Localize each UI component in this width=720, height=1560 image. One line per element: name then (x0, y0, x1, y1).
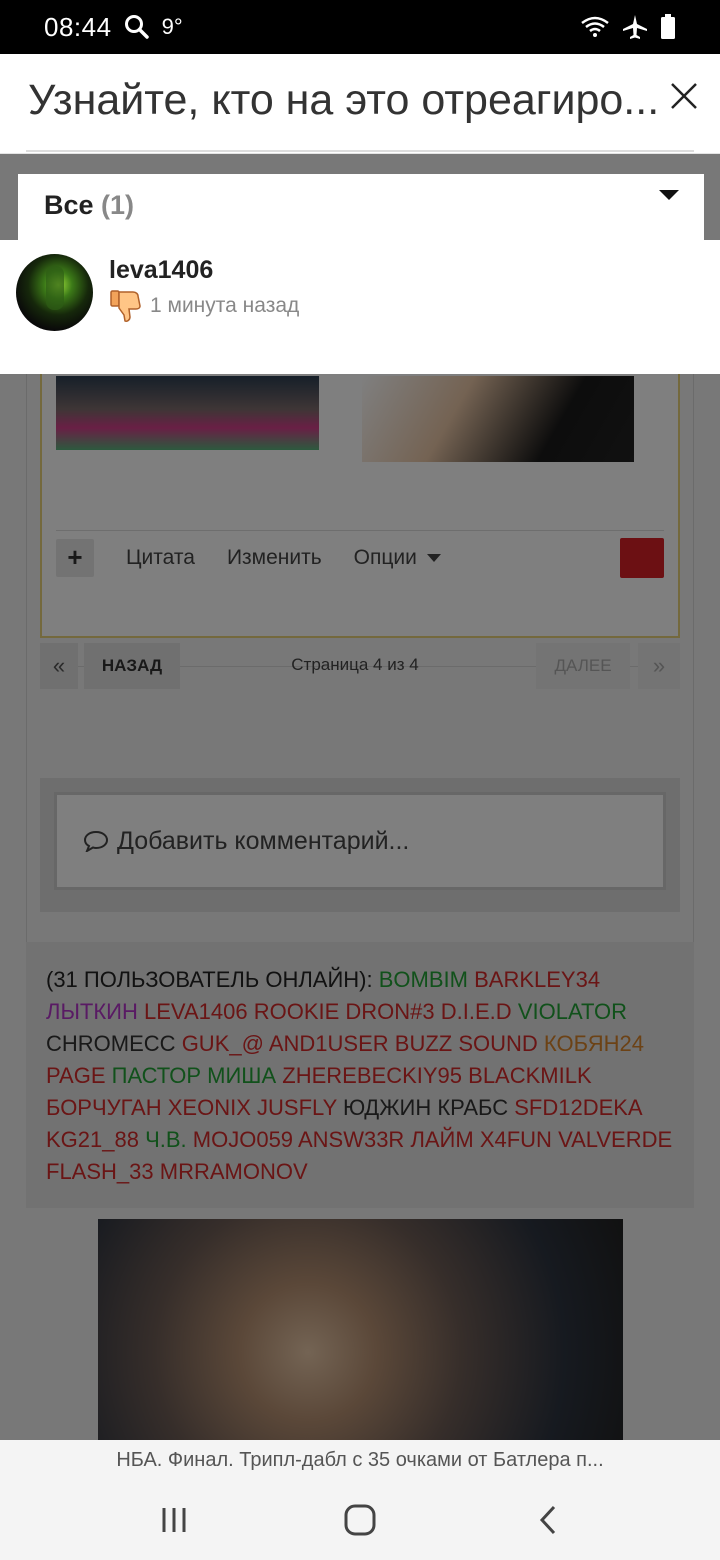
home-button[interactable] (338, 1500, 382, 1540)
status-bar: 08:44 9° (0, 0, 720, 54)
wifi-icon (581, 16, 609, 37)
reactions-modal-header: Узнайте, кто на это отреагиро... (0, 54, 720, 154)
reaction-list: leva1406 1 минута назад (0, 240, 720, 374)
navigation-bar (0, 1480, 720, 1560)
filter-name: Все (44, 190, 94, 220)
reaction-username[interactable]: leva1406 (109, 256, 213, 285)
airplane-icon (623, 15, 647, 39)
modal-title: Узнайте, кто на это отреагиро... (28, 76, 660, 124)
recent-apps-icon (162, 1508, 186, 1532)
divider (26, 150, 694, 152)
avatar[interactable] (16, 254, 93, 331)
reaction-time: 1 минута назад (150, 294, 300, 317)
back-icon (539, 1505, 556, 1535)
close-icon (671, 83, 697, 109)
filter-count: (1) (101, 190, 135, 220)
news-headline[interactable]: НБА. Финал. Трипл-дабл с 35 очками от Ба… (0, 1440, 720, 1480)
recent-apps-button[interactable] (152, 1500, 196, 1540)
home-icon (344, 1504, 376, 1536)
status-time: 08:44 (44, 11, 112, 42)
dropdown-arrow-icon (659, 190, 679, 200)
back-button[interactable] (526, 1500, 570, 1540)
battery-icon (661, 14, 675, 39)
reaction-filter-dropdown[interactable]: Все (1) (18, 174, 704, 240)
close-button[interactable] (662, 74, 706, 118)
thumbs-down-icon (110, 290, 141, 322)
filter-label: Все (1) (44, 190, 134, 221)
status-temperature: 9° (161, 14, 183, 39)
search-icon (124, 15, 149, 39)
